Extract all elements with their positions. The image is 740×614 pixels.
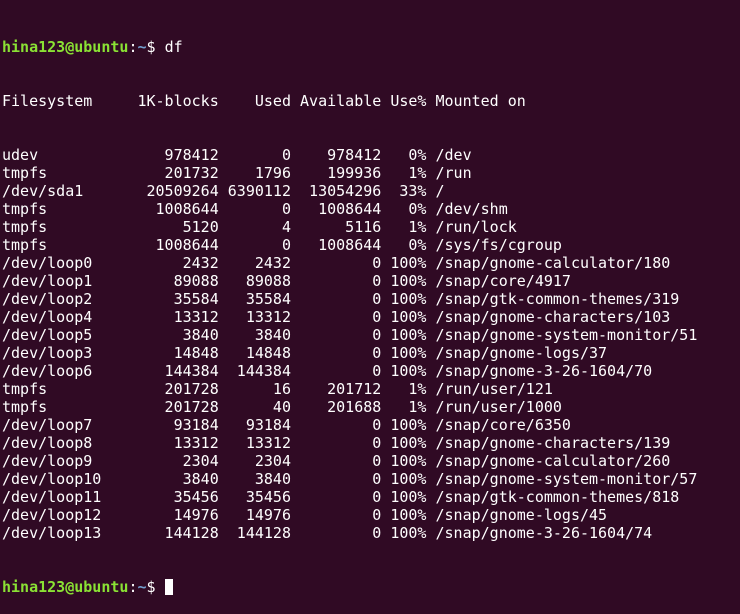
df-row: tmpfs 201728 16 201712 1% /run/user/121: [2, 380, 553, 398]
prompt-path: ~: [137, 38, 147, 56]
prompt-symbol: $: [146, 38, 165, 56]
active-prompt-line[interactable]: hina123@ubuntu:~$: [2, 578, 740, 596]
df-row: udev 978412 0 978412 0% /dev: [2, 146, 472, 164]
prompt-user-host: hina123@ubuntu: [2, 578, 129, 596]
df-row: tmpfs 1008644 0 1008644 0% /dev/shm: [2, 200, 508, 218]
df-row: /dev/loop4 13312 13312 0 100% /snap/gnom…: [2, 308, 671, 326]
df-row: tmpfs 201732 1796 199936 1% /run: [2, 164, 472, 182]
df-row: /dev/loop10 3840 3840 0 100% /snap/gnome…: [2, 470, 698, 488]
df-row: /dev/loop5 3840 3840 0 100% /snap/gnome-…: [2, 326, 698, 344]
df-row: /dev/loop13 144128 144128 0 100% /snap/g…: [2, 524, 653, 542]
df-row: tmpfs 5120 4 5116 1% /run/lock: [2, 218, 517, 236]
df-row: /dev/loop7 93184 93184 0 100% /snap/core…: [2, 416, 571, 434]
df-header: Filesystem 1K-blocks Used Available Use%…: [2, 92, 526, 110]
df-row: /dev/loop12 14976 14976 0 100% /snap/gno…: [2, 506, 608, 524]
terminal-window[interactable]: hina123@ubuntu:~$ df Filesystem 1K-block…: [0, 0, 740, 596]
command-line: hina123@ubuntu:~$ df: [2, 38, 740, 56]
prompt-path: ~: [137, 578, 147, 596]
df-row: /dev/loop6 144384 144384 0 100% /snap/gn…: [2, 362, 653, 380]
df-row: /dev/loop11 35456 35456 0 100% /snap/gtk…: [2, 488, 680, 506]
df-row: tmpfs 1008644 0 1008644 0% /sys/fs/cgrou…: [2, 236, 562, 254]
df-row: /dev/loop0 2432 2432 0 100% /snap/gnome-…: [2, 254, 671, 272]
prompt-user-host: hina123@ubuntu: [2, 38, 129, 56]
command-text: df: [164, 38, 183, 56]
df-row: /dev/loop3 14848 14848 0 100% /snap/gnom…: [2, 344, 608, 362]
df-row: /dev/sda1 20509264 6390112 13054296 33% …: [2, 182, 445, 200]
df-row: tmpfs 201728 40 201688 1% /run/user/1000: [2, 398, 562, 416]
prompt-separator: :: [128, 578, 138, 596]
df-output: udev 978412 0 978412 0% /dev tmpfs 201732…: [2, 146, 740, 542]
df-row: /dev/loop9 2304 2304 0 100% /snap/gnome-…: [2, 452, 671, 470]
df-row: /dev/loop8 13312 13312 0 100% /snap/gnom…: [2, 434, 671, 452]
prompt-symbol: $: [146, 578, 165, 596]
text-cursor[interactable]: [164, 579, 173, 595]
df-row: /dev/loop2 35584 35584 0 100% /snap/gtk-…: [2, 290, 680, 308]
df-row: /dev/loop1 89088 89088 0 100% /snap/core…: [2, 272, 571, 290]
